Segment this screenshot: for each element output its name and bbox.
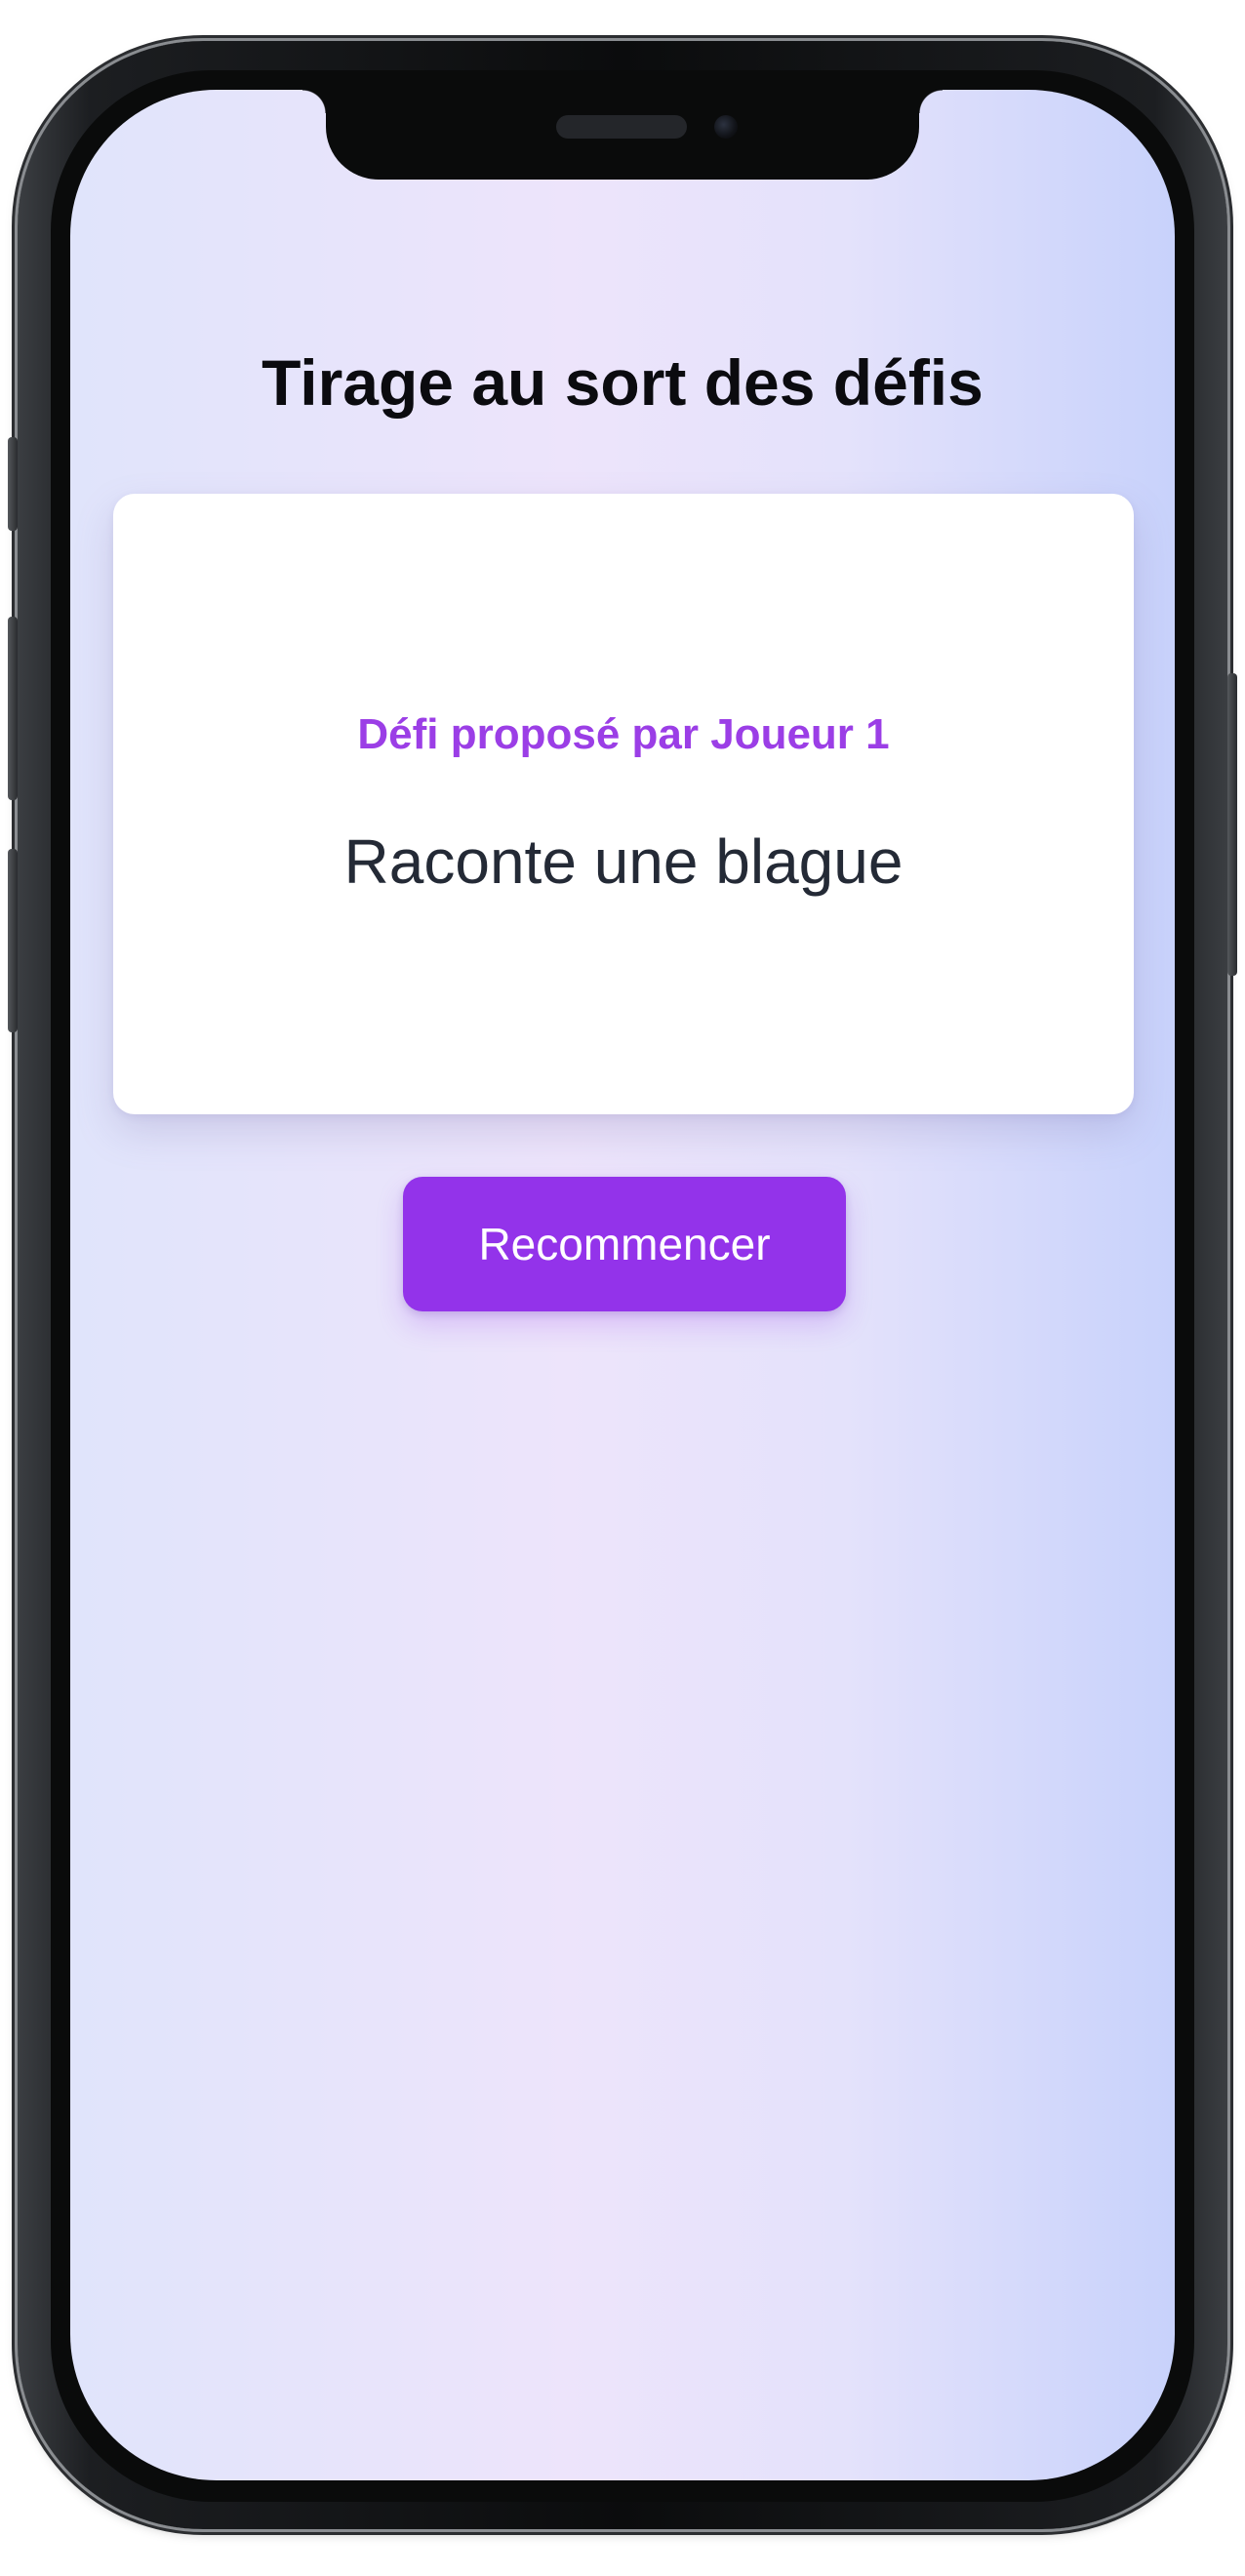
restart-button[interactable]: Recommencer (403, 1177, 846, 1311)
power-button (1227, 673, 1237, 976)
front-camera-icon (714, 115, 738, 139)
challenge-proposer-label: Défi proposé par Joueur 1 (357, 710, 890, 758)
earpiece-speaker (556, 115, 687, 139)
volume-up-button (8, 617, 18, 800)
volume-down-button (8, 849, 18, 1032)
mute-switch (8, 437, 18, 531)
challenge-text: Raconte une blague (343, 826, 904, 897)
notch (302, 90, 943, 180)
page-title: Tirage au sort des défis (261, 346, 984, 419)
challenge-card: Défi proposé par Joueur 1 Raconte une bl… (113, 494, 1134, 1114)
app-screen: Tirage au sort des défis Défi proposé pa… (70, 90, 1175, 2480)
